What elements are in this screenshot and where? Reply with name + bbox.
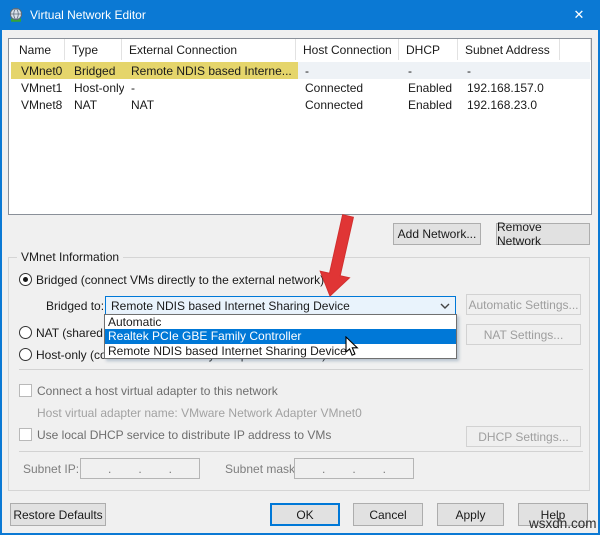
table-row-vmnet0[interactable]: VMnet0 Bridged Remote NDIS based Interne… bbox=[11, 62, 590, 79]
bridged-radio[interactable] bbox=[19, 273, 32, 286]
cell-type: NAT bbox=[74, 97, 98, 112]
cell-external-connection: NAT bbox=[131, 97, 155, 112]
bridged-to-dropdown-list: Automatic Realtek PCIe GBE Family Contro… bbox=[104, 314, 457, 359]
subnet-mask-field: . . . bbox=[294, 458, 414, 479]
table-row-vmnet1[interactable]: VMnet1 Host-only - Connected Enabled 192… bbox=[11, 79, 590, 96]
restore-defaults-button[interactable]: Restore Defaults bbox=[10, 503, 106, 526]
cell-subnet-address: 192.168.157.0 bbox=[467, 80, 544, 95]
cell-external-connection: - bbox=[131, 80, 135, 95]
vmnet-information-group: VMnet Information Bridged (connect VMs d… bbox=[8, 250, 590, 491]
network-list: Name Type External Connection Host Conne… bbox=[8, 38, 592, 215]
column-header-subnet-address[interactable]: Subnet Address bbox=[458, 39, 560, 60]
dhcp-settings-button: DHCP Settings... bbox=[466, 426, 581, 447]
add-network-button[interactable]: Add Network... bbox=[393, 223, 481, 245]
subnet-mask-label: Subnet mask: bbox=[225, 462, 299, 476]
use-local-dhcp-checkbox bbox=[19, 428, 32, 441]
cell-host-connection: Connected bbox=[305, 80, 364, 95]
column-header-type[interactable]: Type bbox=[65, 39, 122, 60]
watermark: wsxdn.com bbox=[529, 516, 597, 531]
automatic-settings-button: Automatic Settings... bbox=[466, 294, 581, 315]
window-title: Virtual Network Editor bbox=[30, 8, 146, 22]
mouse-cursor-icon bbox=[345, 336, 359, 356]
remove-network-button[interactable]: Remove Network bbox=[496, 220, 590, 248]
subnet-ip-label: Subnet IP: bbox=[23, 462, 80, 476]
cell-subnet-address: - bbox=[460, 62, 562, 79]
bridged-to-combobox[interactable]: Remote NDIS based Internet Sharing Devic… bbox=[105, 296, 456, 315]
cell-subnet-address: 192.168.23.0 bbox=[467, 97, 538, 112]
column-header-host-connection[interactable]: Host Connection bbox=[296, 39, 399, 60]
cell-dhcp: Enabled bbox=[408, 97, 453, 112]
table-row-vmnet8[interactable]: VMnet8 NAT NAT Connected Enabled 192.168… bbox=[11, 96, 590, 113]
host-adapter-name-label: Host virtual adapter name: VMware Networ… bbox=[37, 406, 362, 420]
ok-button[interactable]: OK bbox=[270, 503, 340, 526]
close-icon: ✕ bbox=[573, 7, 585, 22]
column-header-external-connection[interactable]: External Connection bbox=[122, 39, 296, 60]
subnet-ip-field: . . . bbox=[80, 458, 200, 479]
network-list-header: Name Type External Connection Host Conne… bbox=[9, 39, 591, 60]
connect-host-adapter-checkbox bbox=[19, 384, 32, 397]
column-header-dhcp[interactable]: DHCP bbox=[399, 39, 458, 60]
ip-dot: . bbox=[138, 461, 142, 476]
bridged-radio-label: Bridged (connect VMs directly to the ext… bbox=[36, 273, 325, 287]
apply-button[interactable]: Apply bbox=[437, 503, 504, 526]
column-header-filler bbox=[560, 39, 591, 60]
cell-type: Bridged bbox=[67, 62, 124, 79]
cell-type: Host-only bbox=[74, 80, 124, 95]
nat-radio[interactable] bbox=[19, 326, 32, 339]
dropdown-option-remote-ndis[interactable]: Remote NDIS based Internet Sharing Devic… bbox=[105, 344, 456, 358]
column-header-name[interactable]: Name bbox=[9, 39, 65, 60]
chevron-down-icon bbox=[435, 303, 455, 309]
ip-dot: . bbox=[382, 461, 386, 476]
cell-filler bbox=[562, 79, 590, 96]
dropdown-option-realtek[interactable]: Realtek PCIe GBE Family Controller bbox=[105, 329, 456, 344]
ip-dot: . bbox=[352, 461, 356, 476]
connect-host-adapter-label: Connect a host virtual adapter to this n… bbox=[37, 384, 278, 398]
radio-selected-dot bbox=[23, 277, 28, 282]
dropdown-option-automatic[interactable]: Automatic bbox=[105, 315, 456, 329]
nat-settings-button: NAT Settings... bbox=[466, 324, 581, 345]
dialog-body: Name Type External Connection Host Conne… bbox=[2, 30, 598, 533]
red-arrow-annotation bbox=[319, 214, 354, 297]
cell-dhcp: Enabled bbox=[408, 80, 453, 95]
cancel-button[interactable]: Cancel bbox=[353, 503, 423, 526]
bridged-to-label: Bridged to: bbox=[46, 299, 105, 313]
titlebar: Virtual Network Editor ✕ bbox=[0, 0, 600, 30]
cell-name: VMnet8 bbox=[21, 97, 63, 112]
ip-dot: . bbox=[168, 461, 172, 476]
separator bbox=[19, 369, 583, 370]
cell-name: VMnet1 bbox=[21, 80, 63, 95]
cell-filler bbox=[562, 96, 590, 113]
cell-name: VMnet0 bbox=[11, 62, 67, 79]
cell-filler bbox=[562, 62, 590, 79]
host-only-radio[interactable] bbox=[19, 348, 32, 361]
cell-host-connection: Connected bbox=[305, 97, 364, 112]
ip-dot: . bbox=[107, 461, 112, 476]
cell-dhcp: - bbox=[401, 62, 460, 79]
close-button[interactable]: ✕ bbox=[558, 0, 600, 30]
use-local-dhcp-label: Use local DHCP service to distribute IP … bbox=[37, 428, 332, 442]
cell-host-connection: - bbox=[298, 62, 401, 79]
separator bbox=[19, 451, 583, 452]
combobox-value: Remote NDIS based Internet Sharing Devic… bbox=[111, 298, 350, 313]
group-label: VMnet Information bbox=[17, 250, 124, 264]
ip-dot: . bbox=[321, 461, 326, 476]
app-icon bbox=[9, 7, 23, 22]
virtual-network-editor-window: Virtual Network Editor ✕ Name Type Exter… bbox=[0, 0, 600, 535]
cell-external-connection: Remote NDIS based Interne... bbox=[124, 62, 298, 79]
